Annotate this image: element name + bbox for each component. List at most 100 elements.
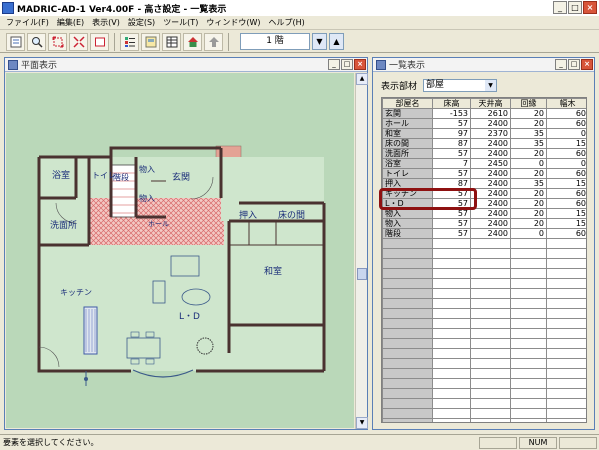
value-cell[interactable]: 15 bbox=[546, 218, 586, 229]
floor-select[interactable]: 1 階 bbox=[240, 33, 310, 50]
value-cell[interactable]: 87 bbox=[432, 178, 471, 189]
value-cell[interactable]: 20 bbox=[510, 108, 547, 119]
value-cell[interactable]: 60 bbox=[546, 188, 586, 199]
menu-file[interactable]: ファイル(F) bbox=[2, 17, 53, 28]
zoom-icon[interactable] bbox=[69, 32, 88, 51]
search-icon[interactable] bbox=[27, 32, 46, 51]
value-cell[interactable]: 60 bbox=[546, 198, 586, 209]
minimize-button[interactable]: _ bbox=[555, 59, 567, 70]
value-cell[interactable]: 15 bbox=[546, 178, 586, 189]
scroll-thumb[interactable] bbox=[357, 268, 367, 280]
room-name-cell[interactable]: 洗面所 bbox=[382, 148, 433, 159]
floor-plan-canvas[interactable]: 浴室 トイレ 階段 物入 物入 玄関 洗面所 ホール 押入 床の間 和室 キッチ… bbox=[6, 73, 354, 428]
value-cell[interactable]: 2400 bbox=[470, 218, 511, 229]
table-row[interactable]: 玄関 -153 2610 20 60 bbox=[382, 108, 586, 119]
value-cell[interactable]: 2370 bbox=[470, 128, 511, 139]
chevron-down-icon[interactable]: ▼ bbox=[485, 80, 497, 91]
room-name-cell[interactable]: ホール bbox=[382, 118, 433, 129]
menu-window[interactable]: ウィンドウ(W) bbox=[202, 17, 264, 28]
room-name-cell[interactable]: 床の間 bbox=[382, 138, 433, 149]
value-cell[interactable]: -153 bbox=[432, 108, 471, 119]
minimize-button[interactable]: _ bbox=[328, 59, 340, 70]
value-cell[interactable]: 60 bbox=[546, 168, 586, 179]
value-cell[interactable]: 2400 bbox=[470, 208, 511, 219]
house-icon[interactable] bbox=[183, 32, 202, 51]
close-button[interactable]: × bbox=[583, 1, 597, 14]
value-cell[interactable]: 20 bbox=[510, 148, 547, 159]
room-name-cell[interactable]: 押入 bbox=[382, 178, 433, 189]
up-icon[interactable] bbox=[204, 32, 223, 51]
menu-view[interactable]: 表示(V) bbox=[88, 17, 124, 28]
value-cell[interactable]: 2400 bbox=[470, 138, 511, 149]
value-cell[interactable]: 0 bbox=[546, 128, 586, 139]
plan-scrollbar[interactable]: ▲ ▼ bbox=[355, 73, 368, 429]
value-cell[interactable]: 35 bbox=[510, 128, 547, 139]
list-icon[interactable] bbox=[120, 32, 139, 51]
value-cell[interactable]: 60 bbox=[546, 118, 586, 129]
close-button[interactable]: × bbox=[581, 59, 593, 70]
value-cell[interactable]: 57 bbox=[432, 208, 471, 219]
value-cell[interactable]: 2400 bbox=[470, 178, 511, 189]
value-cell[interactable]: 20 bbox=[510, 168, 547, 179]
room-name-cell[interactable]: 階段 bbox=[382, 228, 433, 239]
scroll-down-icon[interactable]: ▼ bbox=[356, 417, 368, 429]
value-cell[interactable]: 2610 bbox=[470, 108, 511, 119]
menu-edit[interactable]: 編集(E) bbox=[53, 17, 88, 28]
maximize-button[interactable]: □ bbox=[341, 59, 353, 70]
floor-down-button[interactable]: ▼ bbox=[312, 33, 327, 50]
column-header[interactable]: 部屋名 bbox=[382, 98, 433, 109]
close-button[interactable]: × bbox=[354, 59, 366, 70]
room-name-cell[interactable]: トイレ bbox=[382, 168, 433, 179]
value-cell[interactable]: 0 bbox=[510, 228, 547, 239]
value-cell[interactable]: 60 bbox=[546, 108, 586, 119]
room-name-cell[interactable]: 和室 bbox=[382, 128, 433, 139]
table-row[interactable]: 階段 57 2400 0 60 bbox=[382, 228, 586, 239]
menu-help[interactable]: ヘルプ(H) bbox=[264, 17, 308, 28]
floor-up-button[interactable]: ▲ bbox=[329, 33, 344, 50]
table-row[interactable]: 押入 87 2400 35 15 bbox=[382, 178, 586, 189]
frame-icon[interactable] bbox=[90, 32, 109, 51]
filter-select[interactable]: 部屋 ▼ bbox=[423, 79, 498, 92]
value-cell[interactable]: 20 bbox=[510, 188, 547, 199]
value-cell[interactable]: 60 bbox=[546, 228, 586, 239]
value-cell[interactable]: 0 bbox=[510, 158, 547, 169]
value-cell[interactable]: 57 bbox=[432, 148, 471, 159]
value-cell[interactable]: 7 bbox=[432, 158, 471, 169]
scroll-up-icon[interactable]: ▲ bbox=[356, 73, 368, 85]
room-name-cell[interactable]: 浴室 bbox=[382, 158, 433, 169]
new-icon[interactable] bbox=[6, 32, 25, 51]
maximize-button[interactable]: □ bbox=[568, 59, 580, 70]
table-icon[interactable] bbox=[162, 32, 181, 51]
menu-settings[interactable]: 設定(S) bbox=[124, 17, 159, 28]
room-name-cell[interactable]: 玄関 bbox=[382, 108, 433, 119]
maximize-button[interactable]: □ bbox=[568, 1, 582, 14]
value-cell[interactable]: 20 bbox=[510, 218, 547, 229]
minimize-button[interactable]: _ bbox=[553, 1, 567, 14]
value-cell[interactable]: 15 bbox=[546, 138, 586, 149]
value-cell[interactable]: 20 bbox=[510, 208, 547, 219]
value-cell[interactable]: 2400 bbox=[470, 148, 511, 159]
table-row[interactable]: 洗面所 57 2400 20 60 bbox=[382, 148, 586, 159]
column-header[interactable]: 床高 bbox=[432, 98, 471, 109]
value-cell[interactable]: 57 bbox=[432, 228, 471, 239]
value-cell[interactable]: 2450 bbox=[470, 158, 511, 169]
column-header[interactable]: 幅木 bbox=[546, 98, 586, 109]
table-row[interactable]: 床の間 87 2400 35 15 bbox=[382, 138, 586, 149]
menu-tools[interactable]: ツール(T) bbox=[159, 17, 202, 28]
value-cell[interactable]: 2400 bbox=[470, 168, 511, 179]
value-cell[interactable]: 20 bbox=[510, 198, 547, 209]
table-row[interactable]: 物入 57 2400 20 15 bbox=[382, 218, 586, 229]
value-cell[interactable]: 20 bbox=[510, 118, 547, 129]
table-row[interactable]: 和室 97 2370 35 0 bbox=[382, 128, 586, 139]
table-row[interactable]: トイレ 57 2400 20 60 bbox=[382, 168, 586, 179]
value-cell[interactable]: 2400 bbox=[470, 118, 511, 129]
room-name-cell[interactable]: 物入 bbox=[382, 218, 433, 229]
room-name-cell[interactable]: 物入 bbox=[382, 208, 433, 219]
value-cell[interactable]: 57 bbox=[432, 118, 471, 129]
value-cell[interactable]: 35 bbox=[510, 178, 547, 189]
value-cell[interactable]: 15 bbox=[546, 208, 586, 219]
column-header[interactable]: 回縁 bbox=[510, 98, 547, 109]
value-cell[interactable]: 57 bbox=[432, 168, 471, 179]
column-header[interactable]: 天井高 bbox=[470, 98, 511, 109]
value-cell[interactable]: 57 bbox=[432, 218, 471, 229]
